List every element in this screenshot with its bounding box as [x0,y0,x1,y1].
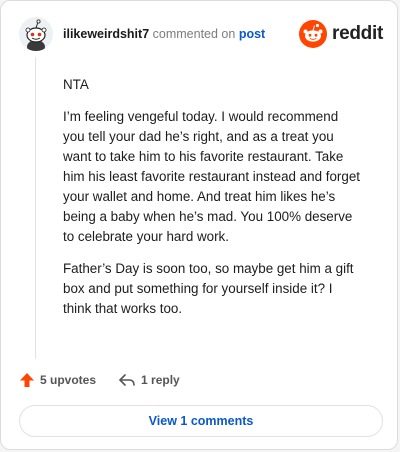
snoo-avatar-icon [19,17,53,51]
comment-byline: ilikeweirdshit7 commented on post [63,27,265,41]
reply-button[interactable]: 1 reply [118,372,180,388]
upvote-button[interactable]: 5 upvotes [19,372,96,388]
post-link[interactable]: post [239,27,265,41]
comment-actions: 5 upvotes 1 reply [19,369,202,391]
view-comments-button[interactable]: View 1 comments [19,405,383,437]
comment-body: NTA I’m feeling vengeful today. I would … [63,75,363,331]
reply-count: 1 reply [141,373,180,387]
comment-paragraph: I’m feeling vengeful today. I would reco… [63,109,360,244]
username-link[interactable]: ilikeweirdshit7 [63,27,149,41]
comment-card: ilikeweirdshit7 commented on post reddit… [0,0,398,450]
comment-paragraph: NTA [63,77,89,92]
comment-paragraph: Father’s Day is soon too, so maybe get h… [63,261,354,316]
reddit-wordmark: reddit [332,23,383,44]
reddit-snoo-icon [299,20,328,48]
upvote-count: 5 upvotes [40,373,97,387]
reddit-logo[interactable]: reddit [299,19,383,49]
byline-meta: commented on [152,27,236,41]
comment-header: ilikeweirdshit7 commented on post reddit [19,15,383,55]
user-avatar[interactable] [19,17,53,51]
reply-arrow-icon [119,374,135,386]
thread-line[interactable] [35,57,36,359]
upvote-arrow-icon [20,373,34,387]
